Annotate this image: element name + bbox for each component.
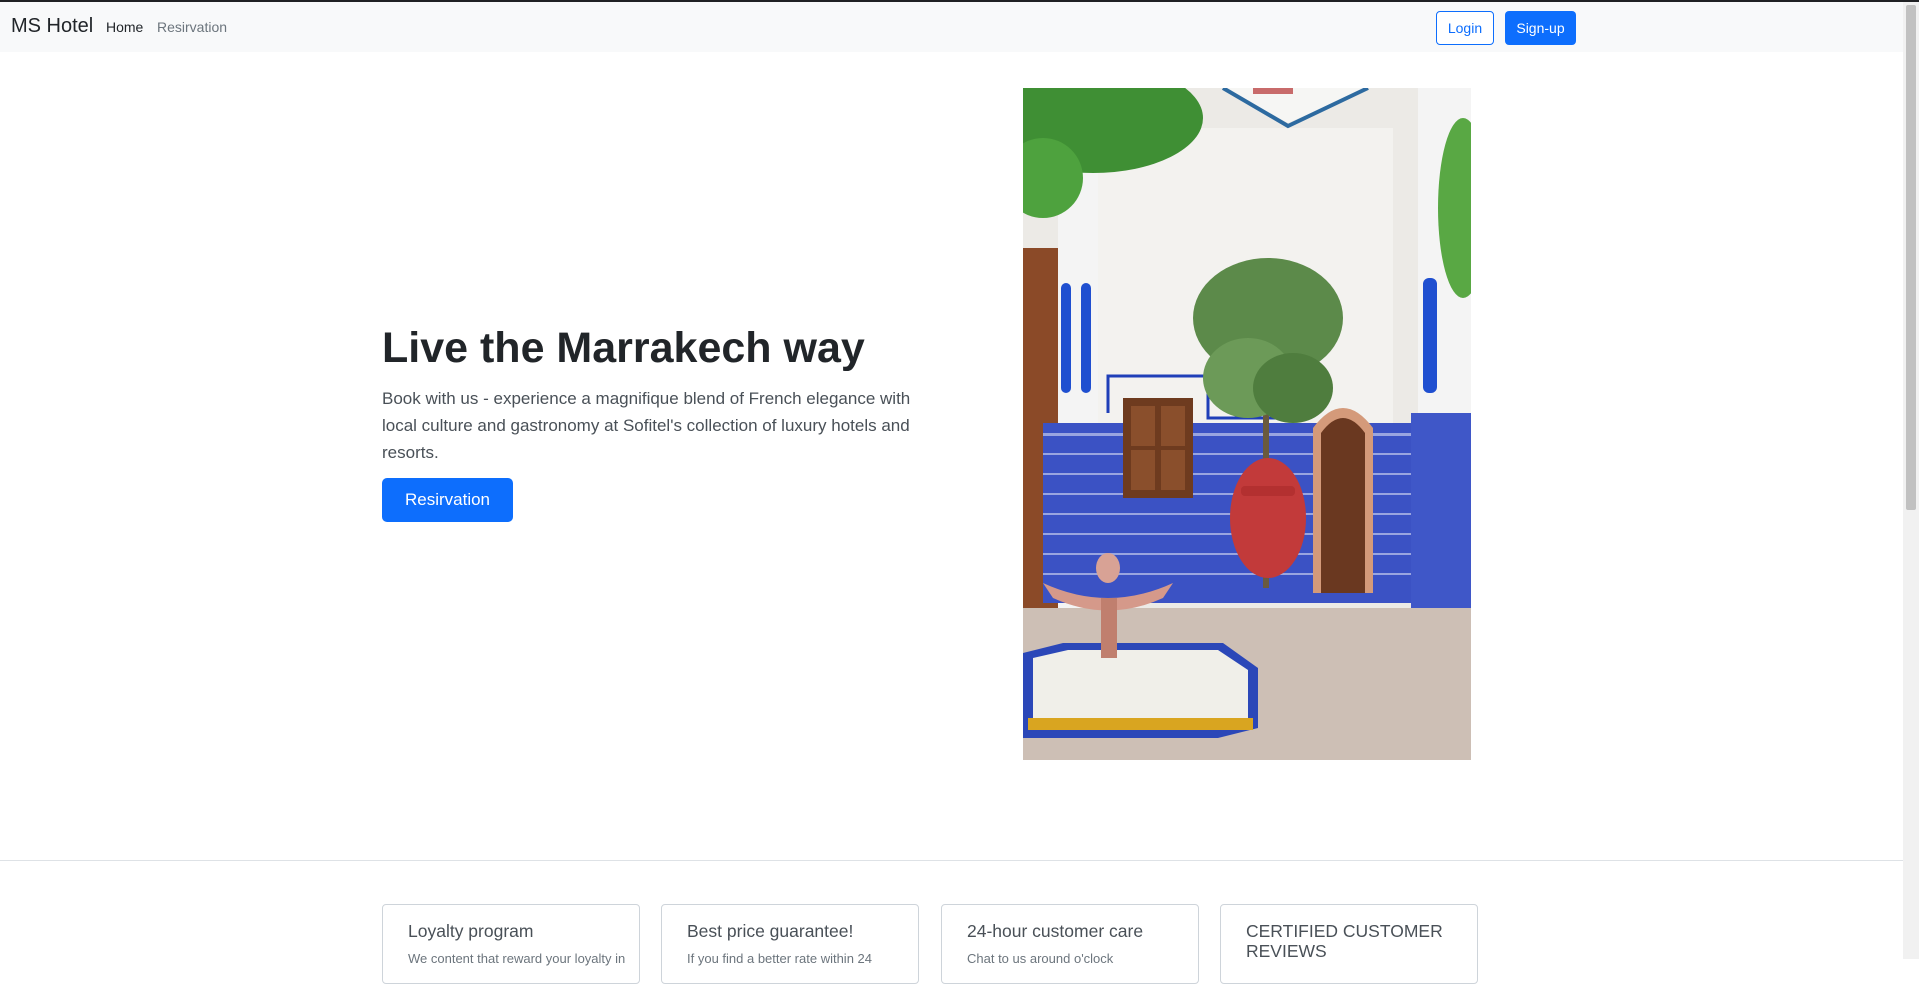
login-button[interactable]: Login [1436, 11, 1494, 45]
signup-button[interactable]: Sign-up [1505, 11, 1576, 45]
hero-title: Live the Marrakech way [382, 324, 865, 372]
nav-home-link[interactable]: Home [106, 19, 143, 35]
section-divider [0, 860, 1903, 861]
navbar: MS Hotel Home Resirvation Login Sign-up [0, 2, 1903, 52]
feature-card-certified-reviews: CERTIFIED CUSTOMER REVIEWS [1220, 904, 1478, 984]
scrollbar-thumb[interactable] [1906, 5, 1916, 510]
hero-image [1023, 88, 1471, 760]
card-title: Best price guarantee! [687, 921, 854, 941]
brand-logo[interactable]: MS Hotel [11, 15, 93, 38]
card-title: Loyalty program [408, 921, 534, 941]
feature-card-customer-care: 24-hour customer care Chat to us around … [941, 904, 1199, 984]
feature-card-loyalty: Loyalty program We content that reward y… [382, 904, 640, 984]
card-title: 24-hour customer care [967, 921, 1144, 941]
hero-resirvation-button[interactable]: Resirvation [382, 478, 513, 522]
nav-resirvation-link[interactable]: Resirvation [157, 19, 227, 35]
card-title: CERTIFIED CUSTOMER REVIEWS [1246, 921, 1443, 961]
hero-description: Book with us - experience a magnifique b… [382, 389, 911, 462]
feature-card-best-price: Best price guarantee! If you find a bett… [661, 904, 919, 984]
